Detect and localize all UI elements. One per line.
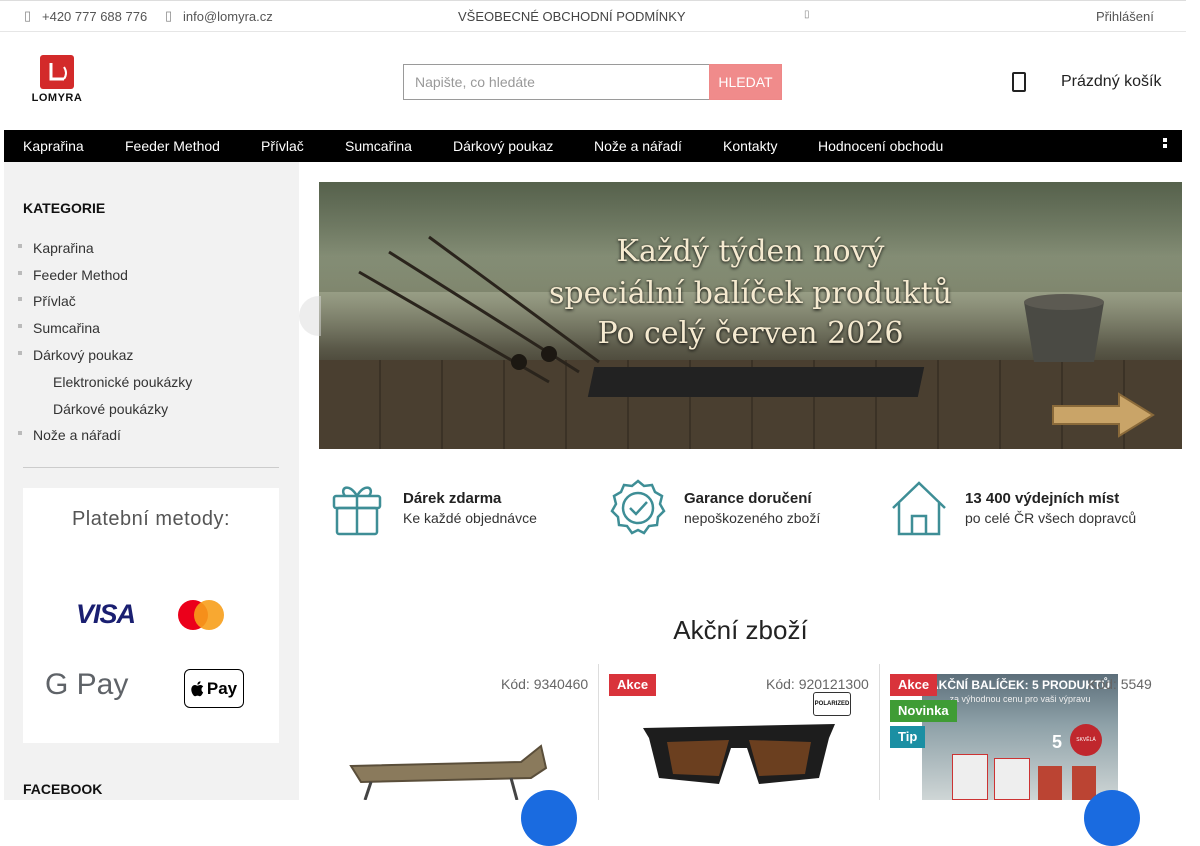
categories-heading: KATEGORIE [23,200,106,216]
benefit-text: nepoškozeného zboží [684,510,821,526]
bullet-icon [18,244,22,248]
sidebar-subitem-elektronicke-poukazky[interactable]: Elektronické poukázky [53,374,192,390]
nav-item-noze-a-naradi[interactable]: Nože a nářadí [594,138,682,154]
email-icon: ▯ [165,8,173,23]
product-card[interactable]: AKČNÍ BALÍČEK: 5 PRODUKTŮ za výhodnou ce… [880,664,1180,846]
sidebar: KATEGORIE Kaprařina Feeder Method Přívla… [4,162,299,800]
terms-link[interactable]: VŠEOBECNÉ OBCHODNÍ PODMÍNKY [458,9,686,24]
cart[interactable]: Prázdný košík [1012,72,1161,92]
bullet-icon [18,271,22,275]
gift-icon [332,486,382,536]
home-icon [892,481,946,536]
badge-akce: Akce [609,674,657,696]
logo[interactable]: LOMYRA [28,55,86,107]
sidebar-divider [23,467,279,468]
google-pay-logo: G Pay [45,668,129,701]
apple-pay-logo: Pay [184,669,244,708]
language-icon[interactable]: ▯ [804,9,810,20]
apple-icon [191,680,204,696]
sidebar-item-sumcarina[interactable]: Sumcařina [33,320,100,336]
phone-number[interactable]: +420 777 688 776 [42,9,147,24]
sale-section-title: Akční zboží [673,615,808,645]
badge-novinka: Novinka [890,700,957,722]
email-contact[interactable]: ▯ info@lomyra.cz [165,8,273,24]
benefit-delivery: Garance doručení nepoškozeného zboží [608,478,868,538]
benefit-pickup-points: 13 400 výdejních míst po celé ČR všech d… [889,478,1179,538]
banner-headline-1: Každý týden nový [616,234,885,269]
sidebar-item-feeder-method[interactable]: Feeder Method [33,267,128,283]
nav-item-sumcarina[interactable]: Sumcařina [345,138,412,154]
product-card[interactable]: Akce Kód: 920121300 POLARIZED [599,664,879,800]
cart-icon [1012,72,1026,92]
sidebar-item-privlac[interactable]: Přívlač [33,293,76,309]
nav-item-kontakty[interactable]: Kontakty [723,138,777,154]
carousel-prev-button[interactable] [299,296,321,336]
nav-item-privlac[interactable]: Přívlač [261,138,304,154]
top-bar: ▯ +420 777 688 776 ▯ info@lomyra.cz VŠEO… [0,0,1186,32]
product-code: Kód: 920121300 [766,676,869,692]
benefit-title: Dárek zdarma [403,490,502,507]
banner-board [587,367,925,397]
bullet-icon [18,431,22,435]
sidebar-subitem-darkove-poukazky[interactable]: Dárkové poukázky [53,401,168,417]
benefit-text: Ke každé objednávce [403,510,537,526]
add-to-cart-button[interactable] [521,790,577,846]
banner-headline-3: Po celý červen 2026 [597,316,904,351]
bullet-icon [18,297,22,301]
product-card[interactable]: Kód: 9340460 [319,664,598,846]
sidebar-item-noze-a-naradi[interactable]: Nože a nářadí [33,427,121,443]
visa-logo: VISA [76,599,136,629]
product-image-bundle[interactable]: AKČNÍ BALÍČEK: 5 PRODUKTŮ za výhodnou ce… [922,674,1118,800]
benefit-gift: Dárek zdarma Ke každé objednávce [329,478,589,538]
promo-banner[interactable]: Každý týden nový speciální balíček produ… [319,182,1182,449]
verified-badge-icon [610,479,666,535]
search-form: HLEDAT [403,64,782,100]
more-menu-icon[interactable] [1160,137,1170,153]
phone-contact[interactable]: ▯ +420 777 688 776 [24,8,147,24]
nav-item-darkovy-poukaz[interactable]: Dárkový poukaz [453,138,553,154]
badge-tip: Tip [890,726,926,748]
benefit-text: po celé ČR všech dopravců [965,510,1137,526]
bullet-icon [18,351,22,355]
nav-item-feeder-method[interactable]: Feeder Method [125,138,220,154]
polarized-badge: POLARIZED [813,692,851,716]
banner-headline-2: speciální balíček produktů [549,276,952,311]
mastercard-logo [178,600,226,630]
cart-label[interactable]: Prázdný košík [1061,73,1161,91]
bullet-icon [18,324,22,328]
logo-wordmark: LOMYRA [31,92,83,104]
email-address[interactable]: info@lomyra.cz [183,9,273,24]
payment-methods-panel: Platební metody: VISA G Pay Pay [23,488,279,743]
nav-item-kaprarina[interactable]: Kaprařina [23,138,84,154]
search-input[interactable] [403,64,709,100]
phone-icon: ▯ [24,8,32,23]
payment-methods-title: Platební metody: [71,508,231,530]
search-button[interactable]: HLEDAT [709,64,782,100]
benefit-title: 13 400 výdejních míst [965,490,1120,507]
product-code: Kód: 9340460 [501,676,589,692]
nav-item-hodnoceni-obchodu[interactable]: Hodnocení obchodu [818,138,943,154]
sidebar-item-darkovy-poukaz[interactable]: Dárkový poukaz [33,347,133,363]
product-image-sunglasses[interactable] [639,718,839,800]
add-to-cart-button[interactable] [1084,790,1140,846]
product-code: Kód: 5549 [1088,676,1152,692]
sidebar-item-kaprarina[interactable]: Kaprařina [33,240,94,256]
arrow-right-icon [1052,392,1155,438]
facebook-heading: FACEBOOK [23,781,103,797]
benefit-title: Garance doručení [684,490,812,507]
logo-mark [40,55,74,89]
product-image-bedchair[interactable] [341,726,551,800]
main-nav: Kaprařina Feeder Method Přívlač Sumcařin… [4,130,1182,162]
login-link[interactable]: Přihlášení [1096,9,1154,24]
badge-akce: Akce [890,674,938,696]
